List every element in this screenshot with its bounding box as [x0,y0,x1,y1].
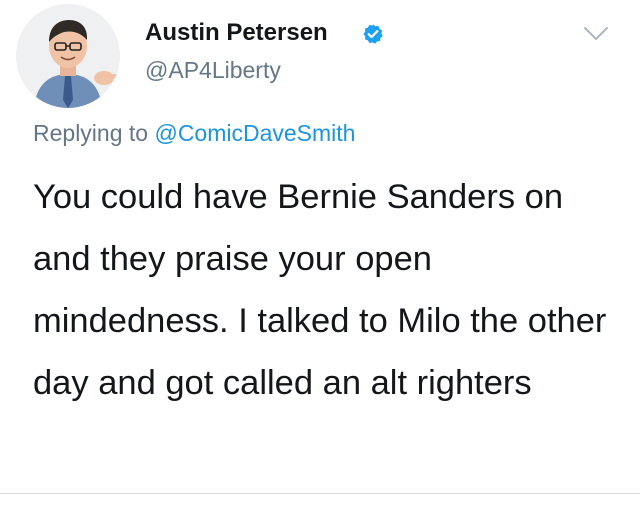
divider [0,493,640,494]
verified-badge-icon [363,24,383,44]
replying-to-label: Replying to [33,120,149,146]
reply-mention-link[interactable]: @ComicDaveSmith [154,120,355,146]
author-handle[interactable]: @AP4Liberty [145,56,281,84]
author-display-name[interactable]: Austin Petersen [145,18,328,48]
chevron-down-icon[interactable] [583,26,609,42]
tweet-card: Austin Petersen @AP4Liberty Replying to … [0,0,640,505]
tweet-text: You could have Bernie Sanders on and the… [33,178,607,402]
replying-to-line: Replying to @ComicDaveSmith [33,118,355,148]
user-avatar-icon [16,4,120,108]
avatar[interactable] [16,4,120,108]
